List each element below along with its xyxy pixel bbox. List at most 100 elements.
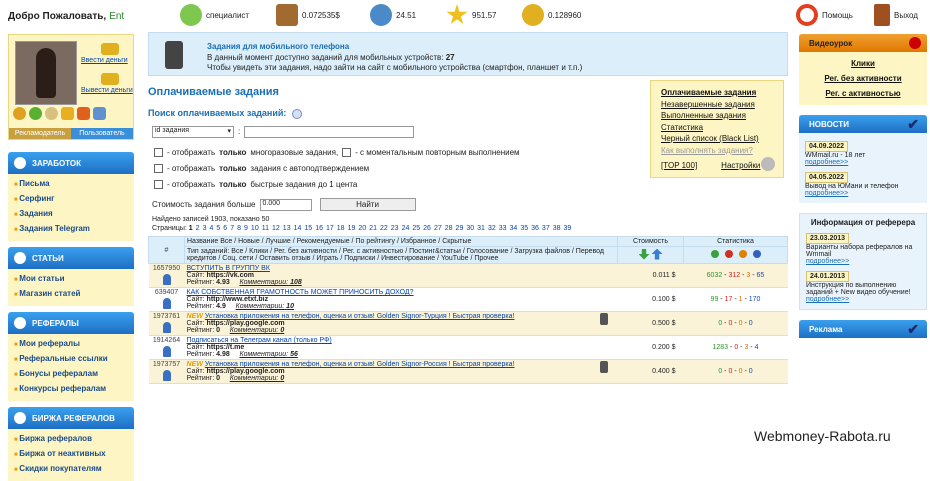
page-link[interactable]: 10 <box>251 225 259 232</box>
menu-header-earnings[interactable]: ЗАРАБОТОК <box>8 152 134 174</box>
leaf-icon[interactable] <box>29 107 42 120</box>
menu-item-my-articles[interactable]: Мои статьи <box>14 272 134 287</box>
page-link[interactable]: 29 <box>456 225 464 232</box>
page-link[interactable]: 1 <box>189 225 193 232</box>
menu-header-articles[interactable]: СТАТЬИ <box>8 247 134 269</box>
video-link-reg-activity[interactable]: Рег. с активностью <box>805 86 921 101</box>
page-link[interactable]: 3 <box>203 225 207 232</box>
page-link[interactable]: 28 <box>445 225 453 232</box>
stars-stat[interactable]: 951.57 <box>446 4 496 26</box>
comments-link[interactable]: Комментарии: 0 <box>230 375 285 382</box>
page-link[interactable]: 20 <box>358 225 366 232</box>
gift-icon[interactable] <box>77 107 90 120</box>
header-cost[interactable]: Стоимость <box>617 236 684 247</box>
page-link[interactable]: 32 <box>488 225 496 232</box>
menu-item-referral-exchange[interactable]: Биржа рефералов <box>14 432 134 447</box>
play-icon[interactable] <box>909 37 921 49</box>
coins-stat[interactable]: 0.128960 <box>522 4 581 26</box>
page-link[interactable]: 33 <box>499 225 507 232</box>
page-link[interactable]: 21 <box>369 225 377 232</box>
page-link[interactable]: 31 <box>477 225 485 232</box>
comments-link[interactable]: Комментарии: 0 <box>230 327 285 334</box>
menu-item-referral-bonuses[interactable]: Бонусы рефералам <box>14 367 134 382</box>
money-bag-icon[interactable] <box>45 107 58 120</box>
menu-header-referrals[interactable]: РЕФЕРАЛЫ <box>8 312 134 334</box>
filter-statistics[interactable]: Статистика <box>661 123 703 132</box>
page-link[interactable]: 23 <box>391 225 399 232</box>
withdraw-link[interactable]: Вывести деньги <box>81 87 133 94</box>
page-link[interactable]: 14 <box>294 225 302 232</box>
task-title-link[interactable]: ВСТУПИТЬ В ГРУППУ ВК <box>187 265 270 272</box>
deposit-link[interactable]: Ввести деньги <box>81 57 128 64</box>
menu-item-referral-links[interactable]: Реферальные ссылки <box>14 352 134 367</box>
filter-unfinished[interactable]: Незавершенные задания <box>661 100 755 109</box>
page-link[interactable]: 7 <box>230 225 234 232</box>
filter-completed[interactable]: Выполненные задания <box>661 111 746 120</box>
exit-link[interactable]: Выход <box>874 4 918 26</box>
header-type-filters[interactable]: Тип заданий: Все / Клики / Рег. без акти… <box>184 246 618 264</box>
filter-how-to[interactable]: Как выполнять задания? <box>661 146 753 155</box>
page-link[interactable]: 8 <box>237 225 241 232</box>
page-link[interactable]: 30 <box>466 225 474 232</box>
page-link[interactable]: 2 <box>196 225 200 232</box>
page-link[interactable]: 25 <box>412 225 420 232</box>
task-title-link[interactable]: Установка приложения на телефон, оценка … <box>205 361 515 368</box>
page-link[interactable]: 27 <box>434 225 442 232</box>
menu-item-referral-contests[interactable]: Конкурсы рефералам <box>14 382 134 397</box>
chart-icon[interactable] <box>93 107 106 120</box>
filter-paid-tasks[interactable]: Оплачиваемые задания <box>661 88 756 97</box>
ref-more-link[interactable]: подробнее>> <box>806 258 920 265</box>
page-link[interactable]: 12 <box>272 225 280 232</box>
page-link[interactable]: 26 <box>423 225 431 232</box>
comments-link[interactable]: Комментарии: 108 <box>239 279 301 286</box>
page-link[interactable]: 35 <box>520 225 528 232</box>
page-link[interactable]: 37 <box>542 225 550 232</box>
page-link[interactable]: 11 <box>262 225 269 232</box>
balance-stat[interactable]: 0.072535$ <box>276 4 340 26</box>
comments-link[interactable]: Комментарии: 10 <box>236 303 294 310</box>
username-link[interactable]: Ent <box>109 11 124 22</box>
top100-link[interactable]: [TOP 100] <box>661 161 697 170</box>
page-link[interactable]: 24 <box>402 225 410 232</box>
arrow-down-icon[interactable] <box>638 248 650 260</box>
role-advertiser-tab[interactable]: Рекламодатель <box>9 128 71 139</box>
medal-icon[interactable] <box>13 107 26 120</box>
task-title-link[interactable]: КАК СОБСТВЕННАЯ ГРАМОТНОСТЬ МОЖЕТ ПРИНОС… <box>187 289 414 296</box>
menu-item-article-shop[interactable]: Магазин статей <box>14 287 134 302</box>
instant-repeat-checkbox[interactable] <box>342 148 352 157</box>
menu-item-letters[interactable]: Письма <box>14 177 134 192</box>
page-link[interactable]: 36 <box>531 225 539 232</box>
page-link[interactable]: 39 <box>564 225 572 232</box>
menu-item-surfing[interactable]: Серфинг <box>14 192 134 207</box>
role-user-tab[interactable]: Пользователь <box>71 128 133 139</box>
menu-item-my-referrals[interactable]: Мои рефералы <box>14 337 134 352</box>
filter-blacklist[interactable]: Черный список (Black List) <box>661 134 759 143</box>
rating-stat[interactable]: 24.51 <box>370 4 416 26</box>
find-button[interactable]: Найти <box>319 198 416 211</box>
gear-icon[interactable] <box>761 157 775 171</box>
avatar[interactable] <box>15 41 77 105</box>
page-link[interactable]: 4 <box>209 225 213 232</box>
page-link[interactable]: 16 <box>315 225 323 232</box>
settings-link[interactable]: Настройки <box>721 161 760 170</box>
task-title-link[interactable]: Установка приложения на телефон, оценка … <box>205 313 515 320</box>
gold-icon[interactable] <box>61 107 74 120</box>
ref-more-link[interactable]: подробнее>> <box>806 296 920 303</box>
news-more-link[interactable]: подробнее>> <box>805 159 921 166</box>
menu-item-inactive-exchange[interactable]: Биржа от неактивных <box>14 447 134 462</box>
page-link[interactable]: 19 <box>348 225 356 232</box>
video-link-clicks[interactable]: Клики <box>805 56 921 71</box>
header-name-filters[interactable]: Название Все / Новые / Лучшие / Рекоменд… <box>184 236 618 247</box>
page-link[interactable]: 38 <box>553 225 561 232</box>
page-link[interactable]: 13 <box>283 225 291 232</box>
comments-link[interactable]: Комментарии: 56 <box>239 351 297 358</box>
search-type-select[interactable]: id задания <box>152 126 234 138</box>
page-link[interactable]: 18 <box>337 225 345 232</box>
page-link[interactable]: 6 <box>223 225 227 232</box>
help-link[interactable]: Помощь <box>796 4 853 26</box>
page-link[interactable]: 22 <box>380 225 388 232</box>
fast-checkbox[interactable] <box>154 180 163 189</box>
menu-header-referral-exchange[interactable]: БИРЖА РЕФЕРАЛОВ <box>8 407 134 429</box>
arrow-up-icon[interactable] <box>651 248 663 260</box>
reusable-checkbox[interactable] <box>154 148 163 157</box>
